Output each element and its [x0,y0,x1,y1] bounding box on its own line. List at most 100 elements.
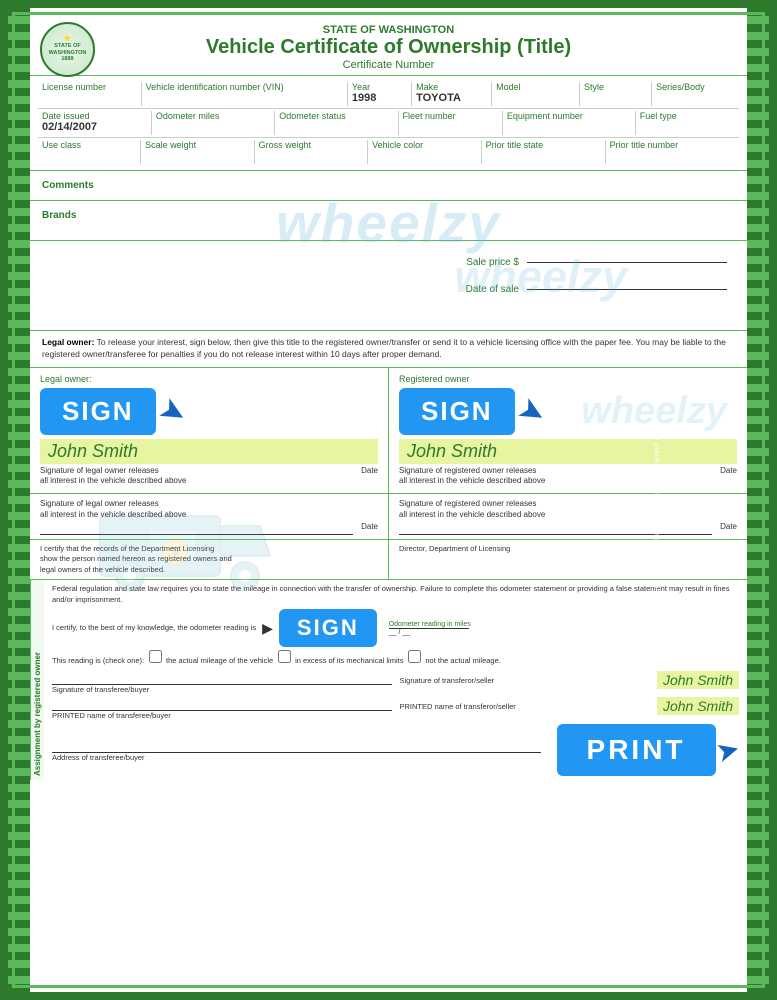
certify-odo-text: I certify, to the best of my knowledge, … [52,623,256,634]
year-cell: Year 1998 [348,82,412,106]
legal-section: Legal owner: To release your interest, s… [30,331,747,368]
odometer-status-value [279,121,393,135]
assignment-vert-label: Assignment by registered owner [30,580,44,780]
brands-section: Brands wheelzy [30,201,747,241]
certify-right: Director, Department of Licensing [389,540,747,580]
transferor-name-col: PRINTED name of transferor/seller John S… [400,697,740,720]
odo-sign-container: SIGN [279,609,377,647]
legal-owner-sig: Legal owner: SIGN ➤ John Smith Signature… [30,368,389,493]
transferee-sig-label: Signature of transferee/buyer [52,685,392,694]
prior-title-state-cell: Prior title state [482,140,606,164]
reading-check-row: This reading is (check one): the actual … [52,650,739,668]
fleet-number-cell: Fleet number [399,111,503,135]
printed-names-row: PRINTED name of transferee/buyer PRINTED… [52,697,739,720]
transferor-name-label: PRINTED name of transferor/seller [400,702,516,711]
transferor-name-area: PRINTED name of transferor/seller John S… [400,697,740,715]
reg-sig-footer: Signature of registered owner releasesal… [399,466,737,487]
license-number-label: License number [42,82,137,92]
scale-weight-cell: Scale weight [141,140,255,164]
make-cell: Make TOYOTA [412,82,492,106]
prior-title-number-value [610,150,735,164]
sale-date-label: Date of sale [466,284,519,295]
reg-sign-button[interactable]: SIGN [399,388,515,435]
license-number-cell: License number [38,82,142,106]
sale-date-row: Date of sale [466,284,727,295]
odo-sign-button[interactable]: SIGN [279,609,377,647]
checkbox-not-actual[interactable] [408,650,421,663]
scale-weight-value [145,150,250,164]
left-border-strip [8,8,30,992]
legal-sign-block: SIGN ➤ [40,386,378,437]
legal-sig-footer: Signature of legal owner releasesall int… [40,466,378,487]
assignment-top-text: Federal regulation and state law require… [52,584,739,605]
field-row-1: License number Vehicle identification nu… [38,80,739,109]
odometer-status-label: Odometer status [279,111,393,121]
series-label: Series/Body [656,82,735,92]
transferor-sig-area-inner: Signature of transferor/seller [400,676,653,685]
field-row-3: Use class Scale weight Gross weight Vehi… [38,138,739,166]
fuel-type-value [640,121,735,135]
vin-value [146,92,343,106]
prior-title-number-label: Prior title number [610,140,735,150]
registered-owner-name: John Smith [399,439,737,464]
gross-weight-label: Gross weight [259,140,364,150]
fields-section: License number Vehicle identification nu… [30,76,747,171]
certify-left: I certify that the records of the Depart… [30,540,389,580]
legal-date-label: Date [361,466,378,475]
print-arrow-icon: ➤ [712,731,743,769]
gross-weight-cell: Gross weight [255,140,369,164]
print-button-area: PRINT ➤ [557,724,739,776]
vehicle-color-cell: Vehicle color [368,140,482,164]
model-cell: Model [492,82,580,106]
legal-sig2-date: Date [361,522,378,535]
address-print-row: Address of transferee/buyer PRINT ➤ [52,724,739,776]
document-content: ⭐ STATE OF WASHINGTON 1889 STATE OF WASH… [30,16,747,984]
sale-price-row: Sale price $ [466,257,727,268]
year-label: Year [352,82,407,92]
checkbox-excess[interactable] [278,650,291,663]
legal-text: Legal owner: To release your interest, s… [42,337,735,361]
fuel-type-cell: Fuel type [636,111,739,135]
assignment-body: Federal regulation and state law require… [44,580,747,780]
vehicle-color-label: Vehicle color [372,140,477,150]
reg-sign-block: SIGN ➤ [399,386,737,437]
certify-section: I certify that the records of the Depart… [30,540,747,581]
legal-sign-button[interactable]: SIGN [40,388,156,435]
series-value [656,92,735,106]
date-issued-value: 02/14/2007 [42,121,147,135]
legal-sig2-line [40,534,353,535]
signature-section-1: Legal owner: SIGN ➤ John Smith Signature… [30,368,747,494]
transferee-name-line [52,697,392,711]
fleet-number-value [403,121,498,135]
checkbox-actual[interactable] [149,650,162,663]
fleet-number-label: Fleet number [403,111,498,121]
date-issued-cell: Date issued 02/14/2007 [38,111,152,135]
registered-owner-sig: Registered owner SIGN ➤ John Smith Signa… [389,368,747,493]
use-class-cell: Use class [38,140,141,164]
certify-right-text: Director, Department of Licensing [399,544,737,555]
sale-price-label: Sale price $ [466,257,519,268]
document-container: Keep in a safe place. Any alteration or … [0,0,777,1000]
transferee-name-label: PRINTED name of transferee/buyer [52,711,392,720]
transferee-sig-line [52,671,392,685]
style-label: Style [584,82,647,92]
transferor-sig-area: Signature of transferor/seller John Smit… [400,671,740,689]
comments-label: Comments [42,180,94,191]
print-button[interactable]: PRINT [557,724,716,776]
model-label: Model [496,82,575,92]
make-label: Make [416,82,487,92]
legal-sig2: Signature of legal owner releasesall int… [30,494,389,539]
sale-price-line [527,262,727,263]
fuel-type-label: Fuel type [640,111,735,121]
certificate-number-label: Certificate Number [30,59,747,71]
prior-title-state-value [486,150,601,164]
sign-arrow-icon: ➤ [152,388,194,434]
address-col: Address of transferee/buyer [52,739,541,762]
side-text: Keep in a safe place. Any alteration or … [653,389,660,611]
odometer-miles-value [156,121,270,135]
reg-sig2-text: Signature of registered owner releasesal… [399,498,737,520]
equipment-number-label: Equipment number [507,111,631,121]
year-value: 1998 [352,92,407,106]
legal-sig2-text: Signature of legal owner releasesall int… [40,498,378,520]
prior-title-number-cell: Prior title number [606,140,739,164]
